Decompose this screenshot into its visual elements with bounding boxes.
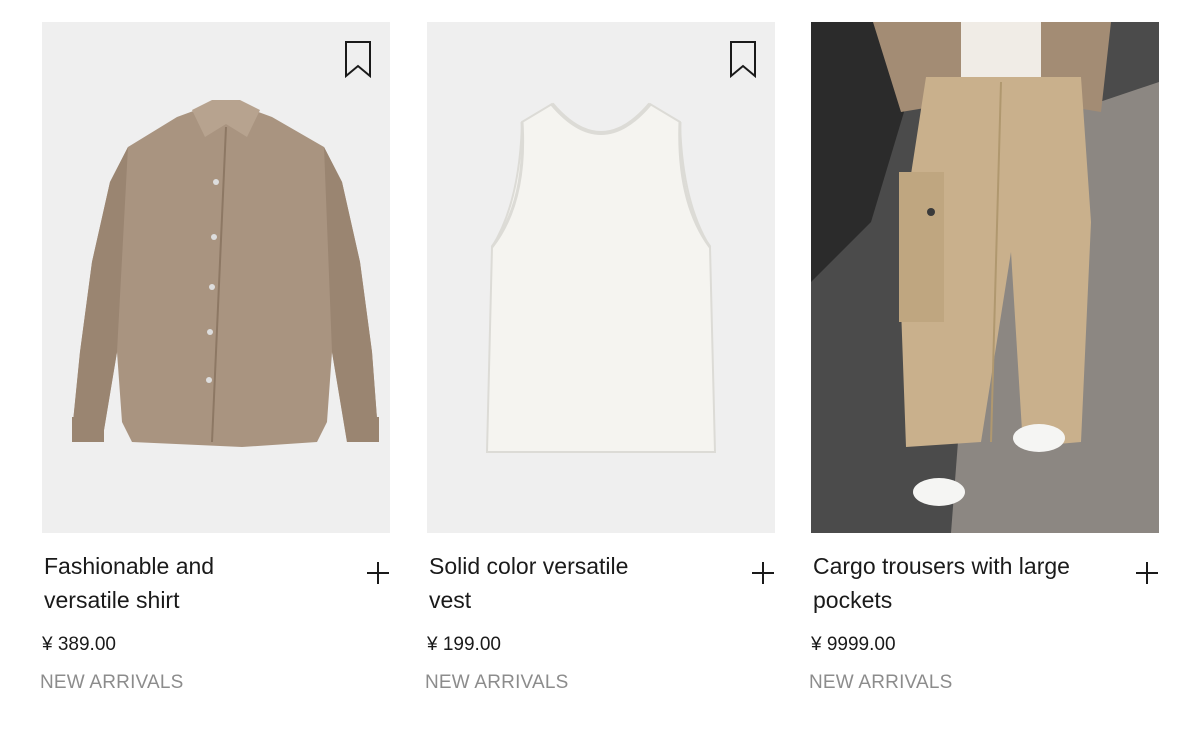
plus-icon[interactable] <box>751 561 775 585</box>
vest-image <box>427 22 775 533</box>
shirt-image <box>42 22 390 533</box>
bookmark-icon[interactable] <box>344 40 372 78</box>
trousers-image <box>811 22 1159 533</box>
new-arrivals-tag: NEW ARRIVALS <box>40 672 184 693</box>
new-arrivals-tag: NEW ARRIVALS <box>425 672 569 693</box>
bookmark-icon[interactable] <box>729 40 757 78</box>
new-arrivals-tag: NEW ARRIVALS <box>809 672 953 693</box>
product-price: ¥ 389.00 <box>42 634 116 655</box>
product-image[interactable] <box>811 22 1159 533</box>
product-price: ¥ 9999.00 <box>811 634 896 655</box>
product-name[interactable]: Cargo trousers with large pockets <box>813 549 1113 617</box>
product-price: ¥ 199.00 <box>427 634 501 655</box>
product-card[interactable]: Fashionable and versatile shirt ¥ 389.00… <box>40 22 390 693</box>
product-name[interactable]: Solid color versatile vest <box>429 549 669 617</box>
product-image[interactable] <box>42 22 390 533</box>
product-card[interactable]: Solid color versatile vest ¥ 199.00 NEW … <box>425 22 775 693</box>
product-name[interactable]: Fashionable and versatile shirt <box>44 549 284 617</box>
plus-icon[interactable] <box>1135 561 1159 585</box>
plus-icon[interactable] <box>366 561 390 585</box>
product-image[interactable] <box>427 22 775 533</box>
product-card[interactable]: Cargo trousers with large pockets ¥ 9999… <box>809 22 1159 693</box>
